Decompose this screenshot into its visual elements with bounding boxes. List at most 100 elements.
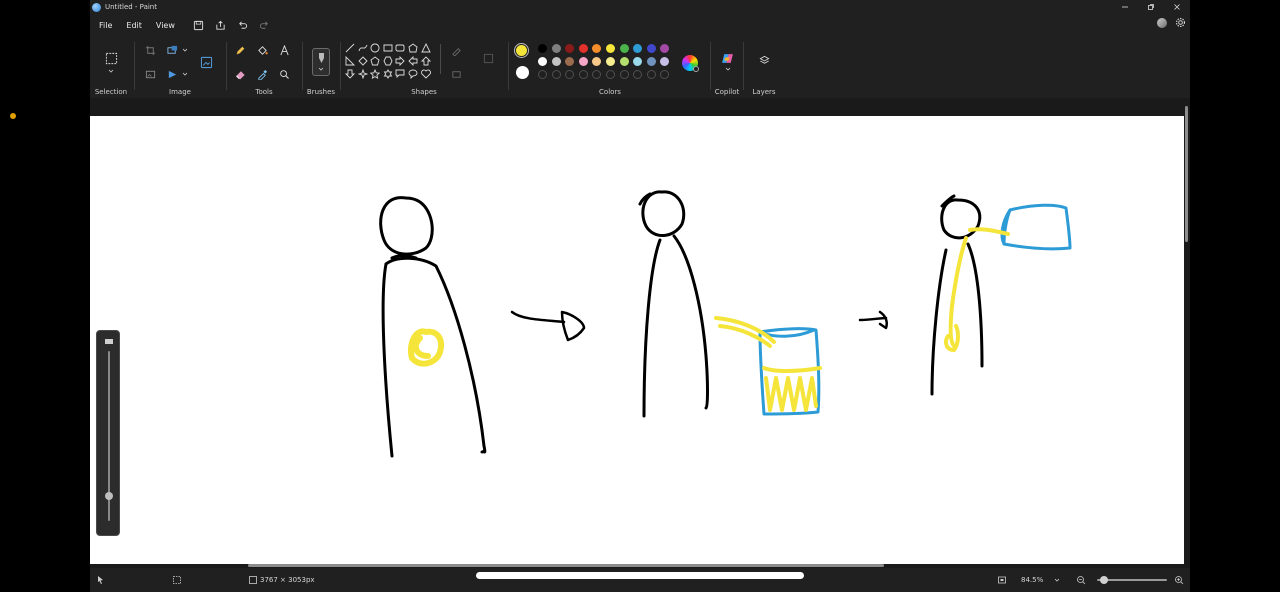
- vertical-scrollbar[interactable]: [1184, 98, 1190, 568]
- star4-shape-icon[interactable]: [357, 68, 369, 80]
- palette-color-swatch[interactable]: [633, 44, 643, 53]
- triangle-shape-icon[interactable]: [420, 42, 432, 54]
- color-picker-button[interactable]: [254, 66, 270, 82]
- rotate-button[interactable]: [164, 66, 180, 82]
- arrow-up-shape-icon[interactable]: [420, 55, 432, 67]
- custom-color-slot[interactable]: [633, 70, 643, 79]
- image-edit-button[interactable]: [142, 66, 158, 82]
- right-triangle-shape-icon[interactable]: [344, 55, 356, 67]
- settings-gear-icon[interactable]: [1175, 17, 1186, 28]
- close-button[interactable]: [1164, 0, 1190, 13]
- menu-view[interactable]: View: [149, 21, 182, 30]
- edit-colors-button[interactable]: [682, 55, 699, 72]
- diamond-shape-icon[interactable]: [357, 55, 369, 67]
- fit-to-window-icon[interactable]: [997, 575, 1007, 585]
- palette-color-swatch[interactable]: [660, 44, 670, 53]
- rectangle-shape-icon[interactable]: [382, 42, 394, 54]
- magnifier-button[interactable]: [276, 66, 292, 82]
- palette-color-swatch[interactable]: [578, 57, 588, 66]
- palette-color-swatch[interactable]: [592, 57, 602, 66]
- palette-color-swatch[interactable]: [646, 57, 656, 66]
- palette-color-swatch[interactable]: [592, 44, 602, 53]
- zoom-knob[interactable]: [105, 491, 113, 500]
- pencil-button[interactable]: [232, 42, 248, 58]
- palette-color-swatch[interactable]: [565, 44, 575, 53]
- palette-color-swatch[interactable]: [538, 57, 547, 66]
- chevron-down-icon[interactable]: [182, 72, 188, 76]
- custom-color-slot[interactable]: [592, 70, 602, 79]
- star6-shape-icon[interactable]: [382, 68, 394, 80]
- custom-color-slot[interactable]: [551, 70, 561, 79]
- rounded-rect-shape-icon[interactable]: [394, 42, 406, 54]
- chevron-down-icon[interactable]: [182, 48, 188, 52]
- palette-color-swatch[interactable]: [660, 57, 670, 66]
- vertical-scroll-thumb[interactable]: [1185, 106, 1188, 242]
- zoom-out-icon[interactable]: [1076, 575, 1086, 585]
- star5-shape-icon[interactable]: [369, 68, 381, 80]
- secondary-color-button[interactable]: [516, 66, 529, 79]
- polygon-shape-icon[interactable]: [407, 42, 419, 54]
- arrow-left-shape-icon[interactable]: [407, 55, 419, 67]
- palette-color-swatch[interactable]: [633, 57, 643, 66]
- chevron-down-icon[interactable]: [108, 69, 114, 73]
- save-button[interactable]: [188, 16, 210, 34]
- undo-button[interactable]: [232, 16, 254, 34]
- oval-shape-icon[interactable]: [369, 42, 381, 54]
- horizontal-scroll-thumb[interactable]: [248, 564, 884, 567]
- custom-color-slot[interactable]: [606, 70, 615, 79]
- eraser-button[interactable]: [232, 66, 248, 82]
- share-button[interactable]: [210, 16, 232, 34]
- text-button[interactable]: [276, 42, 292, 58]
- custom-color-slot[interactable]: [619, 70, 629, 79]
- pentagon-shape-icon[interactable]: [369, 55, 381, 67]
- fill-button[interactable]: [254, 42, 270, 58]
- heart-shape-icon[interactable]: [420, 68, 432, 80]
- palette-color-swatch[interactable]: [551, 44, 561, 53]
- palette-color-swatch[interactable]: [578, 44, 588, 53]
- custom-color-slot[interactable]: [660, 70, 670, 79]
- shape-size-button[interactable]: [480, 50, 496, 66]
- copilot-button[interactable]: [719, 50, 735, 66]
- palette-color-swatch[interactable]: [551, 57, 561, 66]
- remove-background-button[interactable]: [198, 54, 214, 70]
- primary-color-button[interactable]: [514, 43, 529, 58]
- custom-color-slot[interactable]: [538, 70, 547, 79]
- chevron-down-icon[interactable]: [1052, 575, 1062, 585]
- palette-color-swatch[interactable]: [619, 44, 629, 53]
- fill-shape-button[interactable]: [448, 66, 464, 82]
- custom-color-slot[interactable]: [646, 70, 656, 79]
- callout-oval-shape-icon[interactable]: [407, 68, 419, 80]
- chevron-down-icon[interactable]: [725, 67, 731, 71]
- palette-color-swatch[interactable]: [538, 44, 547, 53]
- menu-file[interactable]: File: [92, 21, 119, 30]
- palette-color-swatch[interactable]: [565, 57, 575, 66]
- palette-color-swatch[interactable]: [646, 44, 656, 53]
- resize-button[interactable]: [164, 42, 180, 58]
- custom-color-slot[interactable]: [578, 70, 588, 79]
- zoom-level-text[interactable]: 84.5%: [1021, 576, 1043, 584]
- redo-button[interactable]: [254, 16, 276, 34]
- crop-button[interactable]: [142, 42, 158, 58]
- drawing-canvas[interactable]: [90, 116, 1184, 564]
- custom-color-slot[interactable]: [565, 70, 575, 79]
- zoom-slider-knob[interactable]: [1100, 576, 1108, 584]
- zoom-in-icon[interactable]: [1174, 575, 1184, 585]
- arrow-down-shape-icon[interactable]: [344, 68, 356, 80]
- outline-button[interactable]: [448, 42, 464, 58]
- curve-shape-icon[interactable]: [357, 42, 369, 54]
- brush-button[interactable]: [312, 48, 330, 76]
- account-avatar[interactable]: [1157, 17, 1167, 28]
- minimize-button[interactable]: [1112, 0, 1138, 13]
- layers-button[interactable]: [756, 52, 772, 68]
- menu-edit[interactable]: Edit: [119, 21, 149, 30]
- palette-color-swatch[interactable]: [606, 57, 615, 66]
- maximize-button[interactable]: [1138, 0, 1164, 13]
- brushes-label: Brushes: [306, 88, 336, 96]
- palette-color-swatch[interactable]: [606, 44, 615, 53]
- callout-rect-shape-icon[interactable]: [394, 68, 406, 80]
- palette-color-swatch[interactable]: [619, 57, 629, 66]
- hexagon-shape-icon[interactable]: [382, 55, 394, 67]
- line-shape-icon[interactable]: [344, 42, 356, 54]
- select-tool-button[interactable]: [103, 50, 119, 66]
- arrow-right-shape-icon[interactable]: [394, 55, 406, 67]
